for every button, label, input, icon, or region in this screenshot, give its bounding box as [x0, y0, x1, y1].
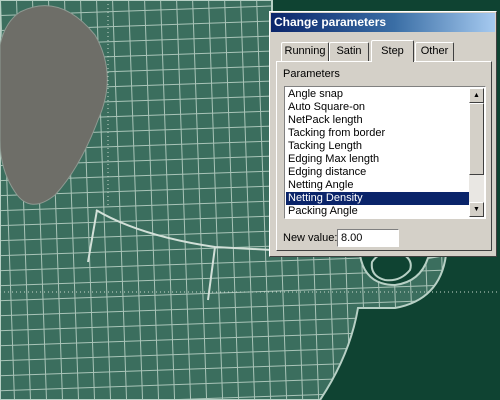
list-item[interactable]: Netting Angle	[286, 179, 470, 192]
parameters-listbox[interactable]: Angle snap Auto Square-on NetPack length…	[284, 86, 486, 219]
list-item-selected[interactable]: Netting Density	[286, 192, 470, 205]
tab-running[interactable]: Running	[281, 42, 329, 61]
new-value-label: New value:	[283, 232, 338, 244]
tab-other[interactable]: Other	[415, 42, 454, 61]
list-item[interactable]: Angle snap	[286, 88, 470, 101]
tab-step[interactable]: Step	[371, 40, 414, 62]
list-item[interactable]: Edging Max length	[286, 153, 470, 166]
step-tab-panel: Parameters Angle snap Auto Square-on Net…	[276, 61, 492, 251]
dialog-title: Change parameters	[274, 15, 387, 29]
dialog-title-bar[interactable]: Change parameters	[271, 13, 495, 32]
scroll-up-arrow-icon[interactable]: ▲	[469, 88, 484, 103]
list-item[interactable]: Edging distance	[286, 166, 470, 179]
tab-satin[interactable]: Satin	[329, 42, 369, 61]
new-value-input[interactable]	[337, 229, 399, 247]
scrollbar-thumb[interactable]	[469, 103, 484, 175]
list-item[interactable]: Auto Square-on	[286, 101, 470, 114]
parameters-list-items: Angle snap Auto Square-on NetPack length…	[286, 88, 470, 218]
parameters-label: Parameters	[283, 68, 340, 80]
list-item[interactable]: Tacking from border	[286, 127, 470, 140]
list-item[interactable]: Packing Angle	[286, 205, 470, 218]
list-item[interactable]: Tacking Length	[286, 140, 470, 153]
change-parameters-dialog: Change parameters Running Satin Step Oth…	[269, 11, 497, 257]
list-scrollbar[interactable]: ▲ ▼	[469, 88, 484, 217]
scroll-down-arrow-icon[interactable]: ▼	[469, 202, 484, 217]
list-item[interactable]: NetPack length	[286, 114, 470, 127]
